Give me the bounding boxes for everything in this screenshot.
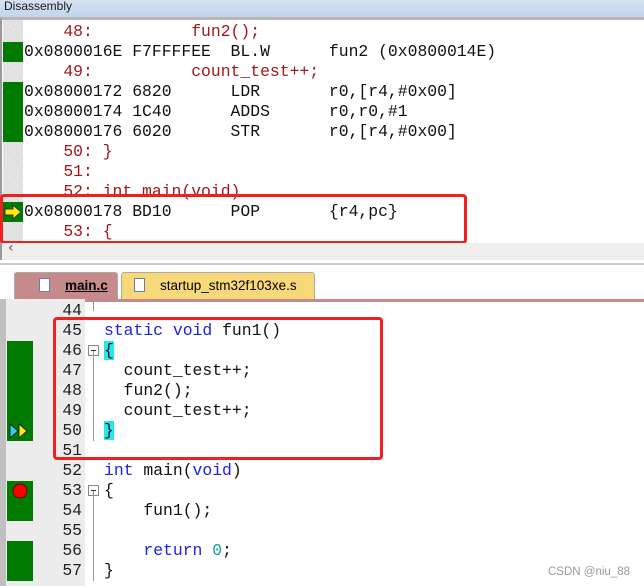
coverage-marker — [3, 122, 23, 142]
coverage-marker — [7, 561, 33, 581]
code-line[interactable]: 56 return 0; — [6, 541, 644, 561]
coverage-marker — [7, 401, 33, 421]
code-line[interactable]: 55 — [6, 521, 644, 541]
code-line[interactable]: 54 fun1(); — [6, 501, 644, 521]
editor-tabs: main.c startup_stm32f103xe.s — [0, 263, 644, 302]
file-icon — [39, 278, 50, 292]
code-text: fun1(); — [104, 501, 213, 520]
fold-guide — [93, 491, 94, 581]
line-number: 53 — [62, 481, 82, 500]
source-line[interactable]: 49: count_test++; — [2, 62, 642, 82]
tab-startup-file[interactable]: startup_stm32f103xe.s — [121, 272, 315, 300]
coverage-marker — [7, 461, 33, 481]
tab-label: startup_stm32f103xe.s — [160, 278, 297, 293]
asm-line[interactable]: 0x08000176 6020 STR r0,[r4,#0x00] — [2, 122, 642, 142]
line-number: 55 — [62, 521, 82, 540]
scroll-left-icon[interactable]: ‹ — [8, 240, 14, 256]
coverage-marker — [3, 22, 23, 42]
asm-line[interactable]: 0x0800016E F7FFFFEE BL.W fun2 (0x0800014… — [2, 42, 642, 62]
line-number: 57 — [62, 561, 82, 580]
coverage-marker — [7, 301, 33, 321]
coverage-marker — [3, 82, 23, 102]
code-line[interactable]: 52 int main(void) — [6, 461, 644, 481]
coverage-marker — [3, 142, 23, 162]
line-text: 48: fun2(); — [24, 22, 261, 41]
code-text: } — [104, 561, 114, 580]
source-line[interactable]: 50: } — [2, 142, 642, 162]
line-number: 56 — [62, 541, 82, 560]
coverage-marker — [3, 102, 23, 122]
line-text: 0x08000174 1C40 ADDS r0,r0,#1 — [24, 102, 408, 121]
coverage-marker — [7, 341, 33, 361]
code-line[interactable]: 53 { — [6, 481, 644, 501]
line-text: 50: } — [24, 142, 113, 161]
code-text: { — [104, 481, 114, 500]
highlight-box-editor — [53, 317, 383, 460]
tab-main-c[interactable]: main.c — [14, 272, 118, 300]
coverage-marker — [7, 381, 33, 401]
coverage-marker — [7, 421, 33, 441]
coverage-marker — [7, 501, 33, 521]
tab-label: main.c — [65, 278, 108, 293]
coverage-marker — [7, 441, 33, 461]
coverage-marker — [7, 321, 33, 341]
coverage-marker — [7, 521, 33, 541]
breakpoint-icon[interactable] — [7, 481, 33, 501]
coverage-marker — [7, 541, 33, 561]
source-line[interactable]: 51: — [2, 162, 642, 182]
line-text: 49: count_test++; — [24, 62, 320, 81]
coverage-marker — [3, 62, 23, 82]
horizontal-scrollbar[interactable]: ‹ — [0, 240, 644, 260]
line-text: 51: — [24, 162, 93, 181]
coverage-marker — [7, 481, 33, 501]
coverage-marker — [3, 162, 23, 182]
disassembly-title: Disassembly — [0, 0, 644, 17]
coverage-marker — [7, 361, 33, 381]
asm-line[interactable]: 0x08000174 1C40 ADDS r0,r0,#1 — [2, 102, 642, 122]
line-text: 0x0800016E F7FFFFEE BL.W fun2 (0x0800014… — [24, 42, 497, 61]
line-text: 0x08000172 6820 LDR r0,[r4,#0x00] — [24, 82, 457, 101]
source-line[interactable]: 48: fun2(); — [2, 22, 642, 42]
line-text: 0x08000176 6020 STR r0,[r4,#0x00] — [24, 122, 457, 141]
line-number: 54 — [62, 501, 82, 520]
fold-guide — [93, 301, 94, 311]
execution-pointer-icon — [9, 422, 28, 440]
file-icon — [134, 278, 145, 292]
asm-line[interactable]: 0x08000172 6820 LDR r0,[r4,#0x00] — [2, 82, 642, 102]
line-number: 52 — [62, 461, 82, 480]
watermark: CSDN @niu_88 — [548, 566, 630, 578]
highlight-box-disassembly — [0, 194, 467, 244]
code-text: int main(void) — [104, 461, 242, 480]
code-text: return 0; — [143, 541, 232, 560]
coverage-marker — [3, 42, 23, 62]
